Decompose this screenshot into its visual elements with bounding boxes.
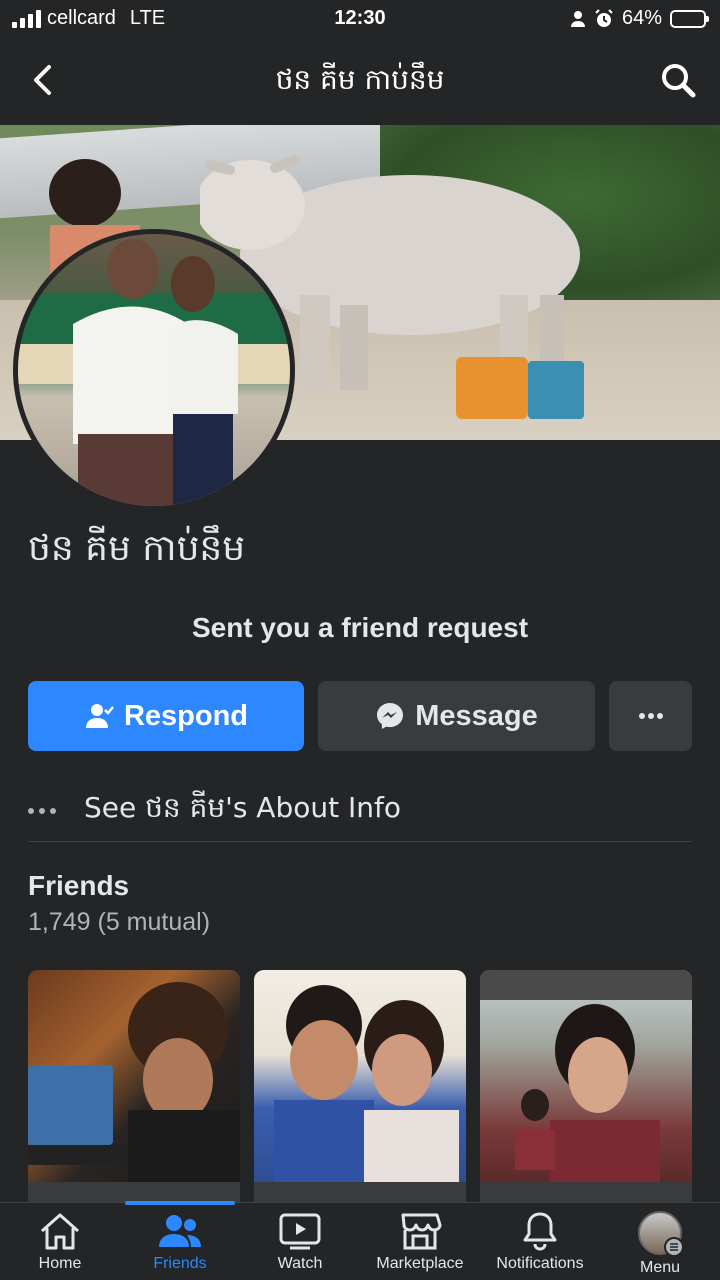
messenger-icon: [377, 703, 404, 729]
tab-notifications[interactable]: Notifications: [480, 1203, 600, 1280]
friends-section-title: Friends: [28, 870, 130, 901]
back-button[interactable]: [22, 58, 62, 102]
tab-menu[interactable]: Menu: [600, 1203, 720, 1280]
tab-label: Marketplace: [376, 1255, 464, 1272]
friends-icon: [159, 1215, 201, 1247]
watch-icon: [279, 1213, 321, 1250]
search-icon: [662, 64, 696, 98]
friend-photo: [28, 970, 240, 1182]
tab-label: Menu: [639, 1259, 681, 1276]
alarm-icon: [595, 8, 613, 27]
battery-icon: [670, 9, 709, 28]
marketplace-icon: [401, 1213, 442, 1250]
chevron-left-icon: [34, 65, 51, 95]
about-info-row[interactable]: See ថន គីម's About Info: [28, 780, 692, 842]
battery-percent: 64%: [621, 7, 662, 29]
friends-grid: [28, 970, 692, 1210]
status-bar: cellcard LTE 12:30 64%: [0, 0, 720, 38]
bucket-image: [528, 361, 584, 419]
respond-icon: [85, 704, 114, 728]
message-button[interactable]: Message: [318, 681, 595, 751]
tab-label: Home: [38, 1255, 82, 1272]
respond-button[interactable]: Respond: [28, 681, 304, 751]
more-options-button[interactable]: [609, 681, 692, 751]
friend-card[interactable]: [254, 970, 466, 1210]
tab-marketplace[interactable]: Marketplace: [360, 1203, 480, 1280]
friends-count: 1,749 (5 mutual): [28, 908, 211, 936]
about-dots-icon: [28, 807, 84, 814]
friend-card[interactable]: [28, 970, 240, 1210]
page-title: ថន គីម កាប់នឹម: [275, 63, 445, 96]
tab-label: Notifications: [496, 1255, 584, 1272]
search-button[interactable]: [656, 58, 700, 102]
tab-label: Friends: [153, 1255, 207, 1272]
friend-photo: [254, 970, 466, 1182]
tab-watch[interactable]: Watch: [240, 1203, 360, 1280]
friend-request-text: Sent you a friend request: [191, 612, 529, 643]
message-label: Message: [415, 699, 538, 732]
tab-home[interactable]: Home: [0, 1203, 120, 1280]
home-icon: [41, 1213, 79, 1250]
friend-card[interactable]: [480, 970, 692, 1210]
cooler-image: [456, 357, 528, 419]
profile-avatar[interactable]: [13, 229, 295, 511]
menu-avatar: [638, 1211, 684, 1257]
more-icon: [638, 713, 663, 719]
about-info-label: See ថន គីម's About Info: [84, 791, 401, 824]
tab-friends[interactable]: Friends: [120, 1203, 240, 1280]
tab-label: Watch: [277, 1255, 323, 1272]
profile-photo: [18, 234, 290, 506]
action-buttons: Respond Message: [28, 681, 692, 751]
friend-photo: [480, 970, 692, 1182]
respond-label: Respond: [123, 699, 249, 732]
person-icon: [570, 10, 585, 27]
profile-photo-people: [18, 239, 290, 506]
menu-lines-icon: [664, 1237, 684, 1257]
profile-name: ថន គីម កាប់នឹម: [28, 528, 246, 569]
top-nav: ថន គីម កាប់នឹម: [0, 38, 720, 124]
bell-icon: [523, 1212, 557, 1251]
status-right: 64%: [570, 7, 709, 30]
bottom-tab-bar: Home Friends Watch Marketplace Notificat…: [0, 1201, 720, 1280]
